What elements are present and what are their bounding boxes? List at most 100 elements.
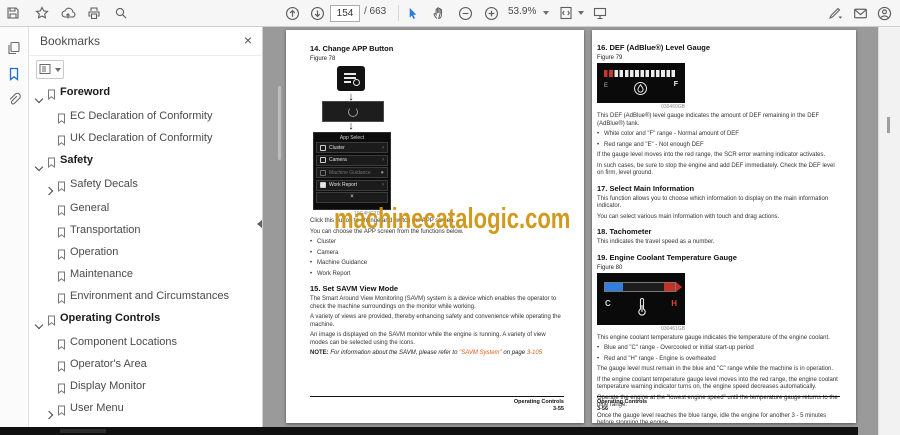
- bookmark-item-user-menu[interactable]: User Menu: [29, 399, 253, 423]
- def-gauge-f-label: F: [673, 81, 678, 88]
- page-reference-link[interactable]: 3-105: [527, 350, 542, 356]
- paragraph: In such cases, be sure to stop the engin…: [597, 162, 835, 177]
- bookmark-label[interactable]: Operation: [70, 246, 118, 259]
- fit-page-icon[interactable]: [557, 4, 575, 22]
- zoom-caret-icon[interactable]: [543, 11, 549, 15]
- bookmark-icon: [47, 313, 56, 331]
- note-label: NOTE:: [310, 350, 329, 356]
- bookmark-label[interactable]: Operator's Area: [70, 358, 147, 371]
- bookmark-item-safety-decals[interactable]: Safety Decals: [29, 175, 253, 199]
- bookmark-label[interactable]: Foreword: [60, 86, 110, 99]
- scrollbar-thumb[interactable]: [887, 117, 890, 133]
- bookmark-item-ec-declaration[interactable]: EC Declaration of Conformity: [29, 107, 253, 129]
- bookmark-item-maintenance[interactable]: Maintenance: [29, 265, 253, 287]
- bookmark-label[interactable]: Environment and Circumstances: [70, 290, 229, 303]
- sign-pen-icon[interactable]: [826, 4, 844, 22]
- print-icon[interactable]: [85, 4, 103, 22]
- coolant-gauge-c-label: C: [605, 298, 611, 308]
- chevron-down-icon[interactable]: [34, 157, 45, 175]
- bookmark-item-safety[interactable]: Safety: [29, 151, 253, 175]
- display-mode-icon[interactable]: [591, 4, 609, 22]
- close-icon[interactable]: ×: [244, 32, 252, 48]
- bookmark-item-operating-controls[interactable]: Operating Controls: [29, 309, 253, 333]
- bookmark-label[interactable]: User Menu: [70, 402, 124, 415]
- bookmark-item-general[interactable]: General: [29, 199, 253, 221]
- bookmarks-scrollbar[interactable]: [278, 86, 281, 160]
- paragraph: You can select various main information …: [597, 213, 780, 220]
- hand-tool-icon[interactable]: [430, 4, 448, 22]
- bookmark-item-uk-declaration[interactable]: UK Declaration of Conformity: [29, 129, 253, 151]
- fit-page-caret-icon[interactable]: [578, 11, 584, 15]
- zoom-out-icon[interactable]: [456, 4, 474, 22]
- page-thumbnails-icon[interactable]: [0, 35, 28, 61]
- bookmark-item-transportation[interactable]: Transportation: [29, 221, 253, 243]
- bookmark-icon: [47, 155, 56, 173]
- bookmark-icon: [57, 203, 66, 221]
- paragraph: A variety of views are provided, thereby…: [310, 314, 561, 328]
- bookmark-label[interactable]: Component Locations: [70, 336, 177, 349]
- bookmark-item-display-monitor[interactable]: Display Monitor: [29, 377, 253, 399]
- bullet-item: • Red and "H" range - Engine is overheate…: [597, 355, 716, 362]
- zoom-in-icon[interactable]: [482, 4, 500, 22]
- paragraph: If the engine coolant temperature gauge …: [597, 376, 838, 391]
- chevron-right-icon[interactable]: [44, 405, 55, 423]
- select-cursor-icon[interactable]: [403, 4, 421, 22]
- bookmark-label[interactable]: Safety Decals: [70, 178, 138, 191]
- account-icon[interactable]: [875, 4, 893, 22]
- footer-section: Operating Controls: [597, 399, 648, 405]
- bookmark-icon: [57, 381, 66, 399]
- search-icon[interactable]: [112, 4, 130, 22]
- bookmark-icon: [57, 111, 66, 129]
- mail-icon[interactable]: [851, 4, 869, 22]
- chevron-right-icon[interactable]: [44, 181, 55, 199]
- close-icon: ×: [316, 192, 388, 203]
- page-up-icon[interactable]: [283, 4, 301, 22]
- bookmarks-title: Bookmarks: [40, 34, 101, 48]
- bullet-marker: •: [597, 345, 600, 351]
- bullet-item: • Red range and "E" - Not enough DEF: [597, 141, 704, 148]
- bookmark-label[interactable]: Transportation: [70, 224, 141, 237]
- bookmark-icon: [57, 359, 66, 377]
- app-select-row-camera: Camera ›: [316, 154, 388, 166]
- page-down-icon[interactable]: [308, 4, 326, 22]
- bookmark-item-operators-area[interactable]: Operator's Area: [29, 355, 253, 377]
- share-upload-icon[interactable]: [59, 4, 77, 22]
- sidebar-rail: [0, 27, 29, 427]
- bookmarks-icon[interactable]: [0, 61, 28, 87]
- bookmark-item-operation[interactable]: Operation: [29, 243, 253, 265]
- page-number-input[interactable]: 154: [330, 5, 360, 22]
- section-heading-15: 15. Set SAVM View Mode: [310, 284, 399, 293]
- vertical-scrollbar[interactable]: [878, 27, 900, 435]
- chevron-down-icon[interactable]: [34, 315, 45, 333]
- bookmarks-options-button[interactable]: [36, 60, 64, 79]
- save-icon[interactable]: [4, 4, 22, 22]
- savm-system-link[interactable]: "SAVM System": [459, 350, 502, 356]
- bookmark-item-environment[interactable]: Environment and Circumstances: [29, 287, 253, 309]
- bookmark-label[interactable]: General: [70, 202, 109, 215]
- bookmark-label[interactable]: Safety: [60, 154, 93, 167]
- app-change-button-icon: [337, 66, 365, 91]
- figure-79-image: E F: [597, 63, 685, 103]
- pdf-reader-window: 154 / 663 53.9% Bookmarks × Foreword EC …: [0, 0, 900, 435]
- bookmark-label[interactable]: Operating Controls: [60, 312, 160, 325]
- collapse-panel-icon[interactable]: [257, 220, 262, 228]
- def-gauge-red-segments: [604, 70, 613, 77]
- bullet-marker: •: [597, 141, 600, 148]
- section-heading-19: 19. Engine Coolant Temperature Gauge: [597, 252, 737, 262]
- bookmark-icon: [57, 291, 66, 309]
- page-footer: Operating Controls 3-56: [597, 396, 840, 413]
- bookmark-item-component-locations[interactable]: Component Locations: [29, 333, 253, 355]
- bookmark-label[interactable]: Maintenance: [70, 268, 133, 281]
- chevron-down-icon[interactable]: [34, 89, 45, 107]
- page-total-label: / 663: [364, 6, 387, 17]
- bookmark-label[interactable]: EC Declaration of Conformity: [70, 110, 212, 123]
- star-icon[interactable]: [33, 4, 51, 22]
- zoom-level-label[interactable]: 53.9%: [508, 6, 536, 17]
- bookmark-item-foreword[interactable]: Foreword: [29, 83, 253, 107]
- attachments-icon[interactable]: [0, 87, 28, 113]
- bookmarks-panel: Bookmarks × Foreword EC Declaration of C…: [29, 27, 281, 427]
- bookmark-label[interactable]: UK Declaration of Conformity: [70, 132, 212, 145]
- paragraph: This function allows you to choose which…: [597, 195, 829, 210]
- bookmark-label[interactable]: Display Monitor: [70, 380, 146, 393]
- spinner-icon: [348, 106, 358, 117]
